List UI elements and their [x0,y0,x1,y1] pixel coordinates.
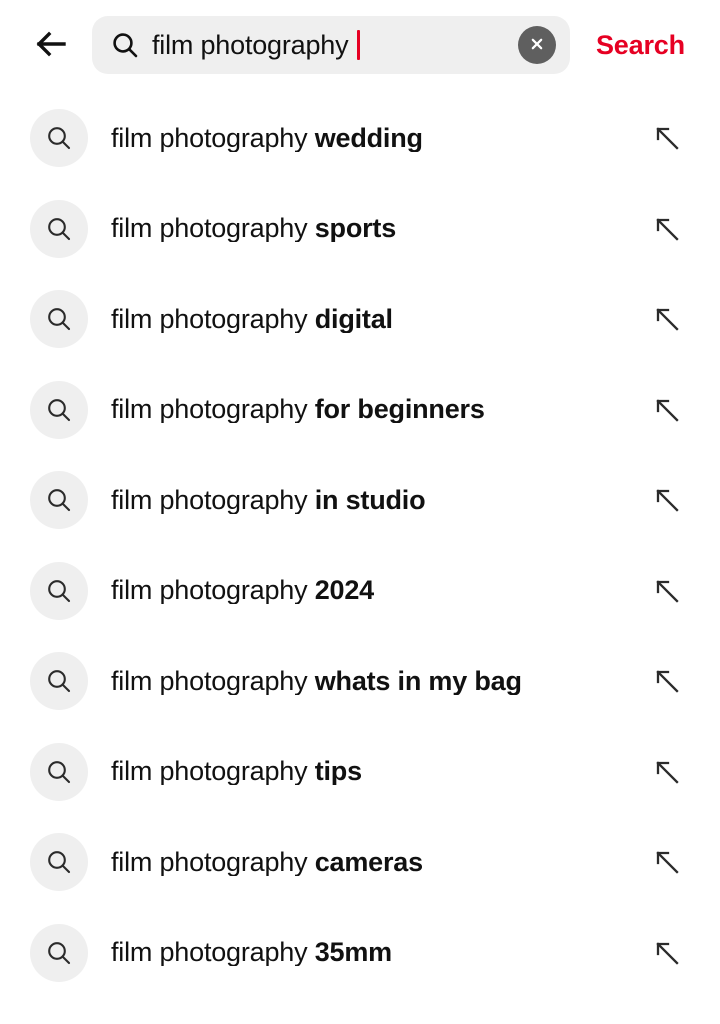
suggestion-label: film photography tips [111,758,650,785]
suggestion-query-prefix: film photography [111,486,315,514]
search-icon [30,923,88,982]
search-input-text-wrap[interactable]: film photography [152,16,518,74]
search-icon [30,380,88,439]
arrow-left-icon [32,25,70,66]
suggestion-label: film photography cameras [111,849,650,876]
clear-search-button[interactable] [518,26,556,64]
arrow-up-left-icon[interactable] [650,121,684,155]
suggestion-row[interactable]: film photography 2024 [0,546,720,637]
suggestion-completion: wedding [314,124,423,152]
suggestion-query-prefix: film photography [111,124,315,152]
search-icon [30,833,88,892]
suggestion-label: film photography whats in my bag [111,668,650,695]
search-icon [30,742,88,801]
suggestion-row[interactable]: film photography cameras [0,817,720,908]
suggestion-label: film photography 2024 [111,577,650,604]
arrow-up-left-icon[interactable] [650,483,684,517]
arrow-up-left-icon[interactable] [650,393,684,427]
suggestion-label: film photography for beginners [111,396,650,423]
suggestion-row[interactable]: film photography tips [0,727,720,818]
suggestion-query-prefix: film photography [111,848,315,876]
suggestion-completion: 35mm [314,939,392,967]
suggestion-completion: for beginners [314,396,485,424]
search-submit-button[interactable]: Search [596,30,685,61]
suggestion-completion: digital [314,305,393,333]
arrow-up-left-icon[interactable] [650,936,684,970]
suggestion-completion: cameras [314,848,423,876]
suggestion-query-prefix: film photography [111,667,315,695]
suggestion-query-prefix: film photography [111,758,315,786]
close-icon [527,34,547,57]
suggestion-label: film photography sports [111,215,650,242]
suggestion-completion: whats in my bag [314,667,522,695]
suggestion-query-prefix: film photography [111,305,315,333]
suggestion-row[interactable]: film photography in studio [0,455,720,546]
suggestion-row[interactable]: film photography 35mm [0,908,720,999]
suggestion-row[interactable]: film photography whats in my bag [0,636,720,727]
search-input[interactable]: film photography [152,30,349,61]
search-icon [30,561,88,620]
suggestion-label: film photography digital [111,306,650,333]
suggestion-completion: tips [314,758,362,786]
suggestion-completion: in studio [314,486,426,514]
search-input-container[interactable]: film photography [92,16,570,74]
search-icon [30,290,88,349]
suggestion-query-prefix: film photography [111,577,315,605]
suggestion-label: film photography 35mm [111,939,650,966]
back-button[interactable] [22,16,80,74]
suggestion-row[interactable]: film photography for beginners [0,365,720,456]
suggestion-row[interactable]: film photography digital [0,274,720,365]
suggestion-query-prefix: film photography [111,215,315,243]
text-cursor [357,30,361,60]
search-icon [110,30,140,60]
arrow-up-left-icon[interactable] [650,755,684,789]
search-suggestions-list: film photography wedding film photograph… [0,93,720,998]
search-icon [30,109,88,168]
suggestion-query-prefix: film photography [111,396,315,424]
arrow-up-left-icon[interactable] [650,212,684,246]
arrow-up-left-icon[interactable] [650,664,684,698]
suggestion-query-prefix: film photography [111,939,315,967]
arrow-up-left-icon[interactable] [650,302,684,336]
suggestion-completion: sports [314,215,397,243]
search-icon [30,199,88,258]
suggestion-row[interactable]: film photography sports [0,184,720,275]
suggestion-completion: 2024 [314,577,374,605]
suggestion-label: film photography wedding [111,125,650,152]
suggestion-label: film photography in studio [111,487,650,514]
search-icon [30,652,88,711]
arrow-up-left-icon[interactable] [650,845,684,879]
search-icon [30,471,88,530]
search-header: film photography Search [0,0,720,90]
arrow-up-left-icon[interactable] [650,574,684,608]
suggestion-row[interactable]: film photography wedding [0,93,720,184]
